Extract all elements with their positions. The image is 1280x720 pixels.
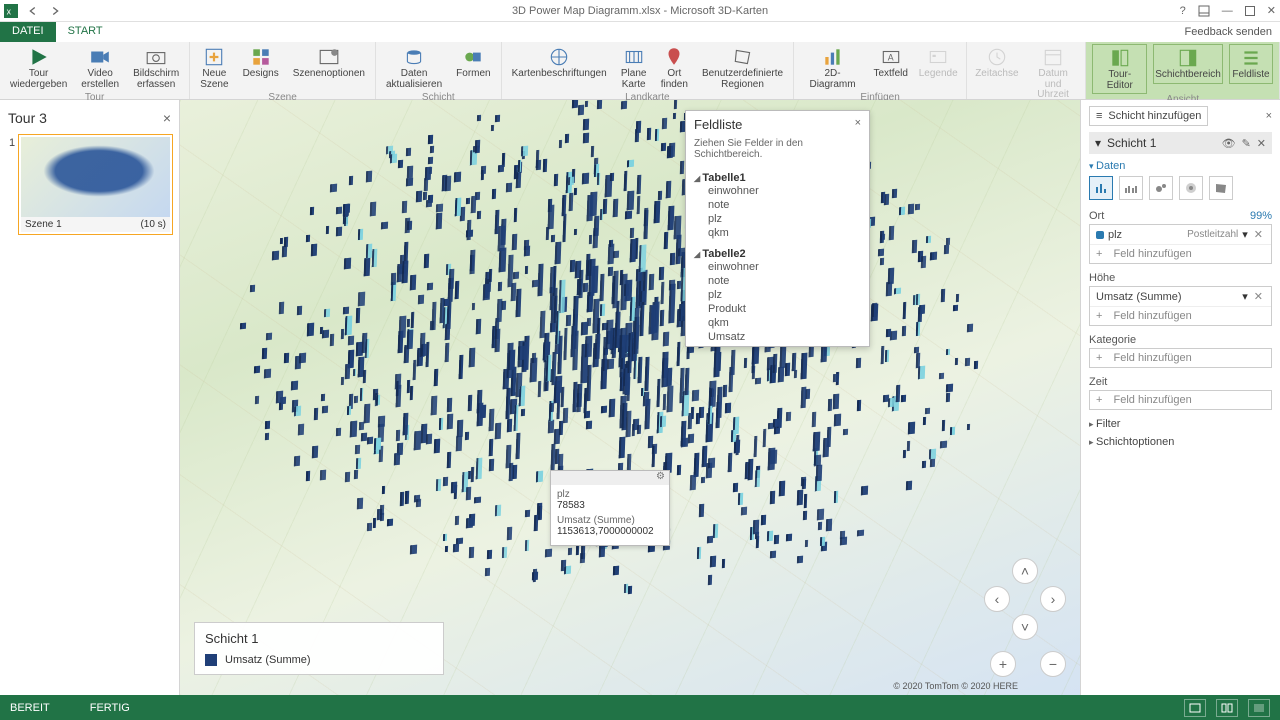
view-mode-3[interactable] xyxy=(1248,699,1270,717)
add-layer-button[interactable]: ≡ Schicht hinzufügen xyxy=(1089,106,1208,126)
layers-icon: ≡ xyxy=(1096,110,1102,122)
layer-options-section[interactable]: Schichtoptionen xyxy=(1089,436,1272,448)
field-item[interactable]: einwohner xyxy=(694,260,861,274)
flat-map-button[interactable]: PlaneKarte xyxy=(617,44,651,92)
play-tour-button[interactable]: Tourwiedergeben xyxy=(6,44,71,92)
table-name[interactable]: Tabelle1 xyxy=(694,172,861,184)
excel-icon: x xyxy=(4,4,18,18)
tour-pane: Tour 3 × 1 Szene 1 (10 s) xyxy=(0,100,180,695)
screenshot-button[interactable]: Bildschirmerfassen xyxy=(129,44,183,92)
tilt-down-button[interactable]: ˅ xyxy=(1012,614,1038,640)
nav-controls: ˄ ‹ › ˅ xyxy=(984,558,1066,640)
viz-heatmap[interactable] xyxy=(1179,176,1203,200)
legend-swatch xyxy=(205,654,217,666)
field-item[interactable]: qkm xyxy=(694,316,861,330)
layer-pane-toggle[interactable]: Schichtbereich xyxy=(1153,44,1223,84)
window-title: 3D Power Map Diagramm.xlsx - Microsoft 3… xyxy=(512,5,768,17)
2d-chart-button[interactable]: 2D-Diagramm xyxy=(800,44,865,92)
rotate-right-button[interactable]: › xyxy=(1040,586,1066,612)
datetime-button: Datum undUhrzeit xyxy=(1027,44,1080,103)
field-item[interactable]: einwohner xyxy=(694,184,861,198)
delete-layer-icon[interactable]: ✕ xyxy=(1257,137,1266,150)
viz-region[interactable] xyxy=(1209,176,1233,200)
maximize-button[interactable] xyxy=(1245,6,1255,16)
title-bar: x 3D Power Map Diagramm.xlsx - Microsoft… xyxy=(0,0,1280,22)
tour-editor-toggle[interactable]: Tour-Editor xyxy=(1092,44,1147,94)
field-item[interactable]: Umsatz xyxy=(694,330,861,344)
map-view[interactable]: Schicht 1 Umsatz (Summe) ⚙ plz 78583 Ums… xyxy=(180,100,1080,695)
field-item[interactable]: note xyxy=(694,274,861,288)
close-tour-pane[interactable]: × xyxy=(163,110,171,126)
designs-button[interactable]: Designs xyxy=(239,44,283,82)
field-item[interactable]: note xyxy=(694,198,861,212)
scene-options-button[interactable]: Szenenoptionen xyxy=(289,44,369,82)
status-bar: BEREIT FERTIG xyxy=(0,695,1280,720)
category-field-box[interactable]: + Feld hinzufügen xyxy=(1089,348,1272,368)
close-field-list[interactable]: × xyxy=(855,117,861,132)
svg-text:A: A xyxy=(887,52,893,62)
ribbon-toggle-icon[interactable] xyxy=(1198,5,1210,17)
textbox-button[interactable]: ATextfeld xyxy=(871,44,910,82)
table-name[interactable]: Tabelle2 xyxy=(694,248,861,260)
redo-icon[interactable] xyxy=(48,4,62,18)
viz-bubble[interactable] xyxy=(1149,176,1173,200)
tab-start[interactable]: START xyxy=(56,22,115,42)
refresh-data-button[interactable]: Datenaktualisieren xyxy=(382,44,446,92)
gear-icon[interactable]: ⚙ xyxy=(656,471,665,485)
field-item[interactable]: Produkt xyxy=(694,302,861,316)
undo-icon[interactable] xyxy=(26,4,40,18)
field-list-toggle[interactable]: Feldliste xyxy=(1229,44,1273,84)
legend-box[interactable]: Schicht 1 Umsatz (Summe) xyxy=(194,622,444,675)
status-done: FERTIG xyxy=(90,702,130,714)
rotate-left-button[interactable]: ‹ xyxy=(984,586,1010,612)
filter-section[interactable]: Filter xyxy=(1089,418,1272,430)
ribbon: Tourwiedergeben Videoerstellen Bildschir… xyxy=(0,42,1280,100)
viz-column[interactable] xyxy=(1089,176,1113,200)
minimize-button[interactable]: — xyxy=(1222,5,1233,17)
viz-clustered[interactable] xyxy=(1119,176,1143,200)
create-video-button[interactable]: Videoerstellen xyxy=(77,44,123,92)
height-field-box[interactable]: Umsatz (Summe)▾✕ + Feld hinzufügen xyxy=(1089,286,1272,326)
tour-title: Tour 3 xyxy=(8,110,47,126)
field-item[interactable]: plz xyxy=(694,212,861,226)
find-location-button[interactable]: Ortfinden xyxy=(657,44,692,92)
feedback-link[interactable]: Feedback senden xyxy=(1185,26,1272,38)
map-labels-button[interactable]: Kartenbeschriftungen xyxy=(508,44,611,82)
data-tooltip: ⚙ plz 78583 Umsatz (Summe) 1153613,70000… xyxy=(550,470,670,546)
tilt-up-button[interactable]: ˄ xyxy=(1012,558,1038,584)
ribbon-tabs: DATEI START xyxy=(0,22,1280,42)
visibility-icon[interactable]: 👁 xyxy=(1222,137,1236,150)
remove-field-icon[interactable]: ✕ xyxy=(1252,228,1265,241)
zoom-in-button[interactable]: + xyxy=(990,651,1016,677)
scene-thumbnail[interactable]: 1 Szene 1 (10 s) xyxy=(18,134,173,235)
svg-text:x: x xyxy=(7,6,12,16)
location-field-box[interactable]: plzPostleitzahl▾✕ + Feld hinzufügen xyxy=(1089,224,1272,264)
time-axis-button: Zeitachse xyxy=(973,44,1021,82)
field-list-panel[interactable]: Feldliste × Ziehen Sie Felder in den Sch… xyxy=(685,110,870,347)
remove-field-icon[interactable]: ✕ xyxy=(1252,290,1265,303)
close-button[interactable]: ✕ xyxy=(1267,4,1276,17)
custom-regions-button[interactable]: BenutzerdefinierteRegionen xyxy=(698,44,787,92)
zoom-out-button[interactable]: − xyxy=(1040,651,1066,677)
layer-pane: ≡ Schicht hinzufügen × ▾ Schicht 1 👁 ✎ ✕… xyxy=(1080,100,1280,695)
time-field-box[interactable]: + Feld hinzufügen xyxy=(1089,390,1272,410)
layer-header[interactable]: ▾ Schicht 1 👁 ✎ ✕ xyxy=(1089,132,1272,154)
legend-button[interactable]: Legende xyxy=(916,44,960,82)
new-scene-button[interactable]: NeueSzene xyxy=(196,44,232,92)
view-mode-1[interactable] xyxy=(1184,699,1206,717)
tab-file[interactable]: DATEI xyxy=(0,22,56,42)
field-item[interactable]: qkm xyxy=(694,226,861,240)
help-icon[interactable]: ? xyxy=(1180,5,1186,17)
shapes-button[interactable]: Formen xyxy=(452,44,494,82)
map-attribution: © 2020 TomTom © 2020 HERE xyxy=(893,681,1018,691)
field-item[interactable]: plz xyxy=(694,288,861,302)
data-section[interactable]: Daten xyxy=(1089,160,1272,172)
view-mode-2[interactable] xyxy=(1216,699,1238,717)
status-ready: BEREIT xyxy=(10,702,50,714)
close-layer-pane[interactable]: × xyxy=(1266,110,1272,122)
rename-icon[interactable]: ✎ xyxy=(1242,137,1251,150)
